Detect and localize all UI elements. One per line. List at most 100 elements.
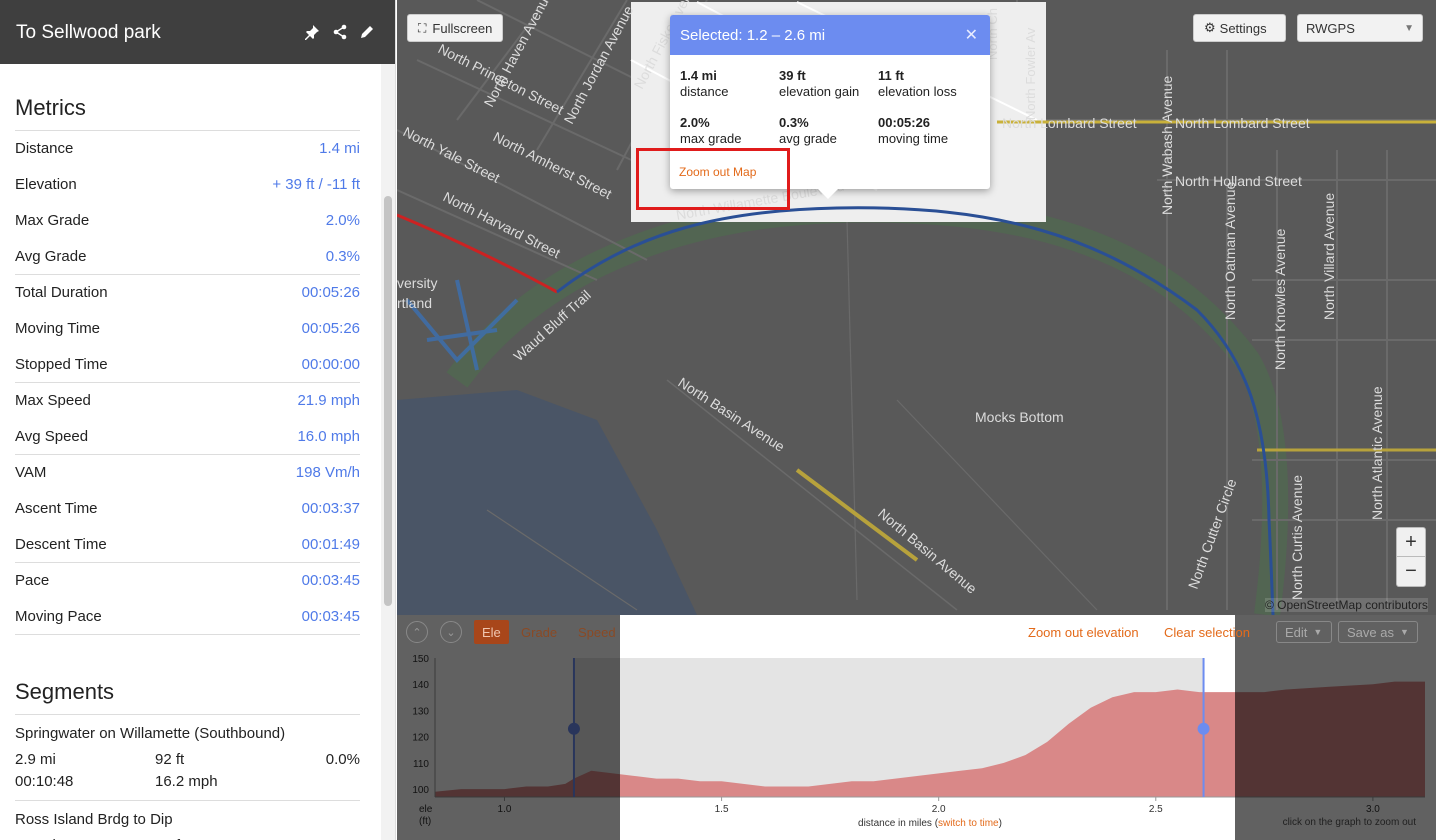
selection-handle-left[interactable] <box>567 722 580 735</box>
segments-list: Springwater on Willamette (Southbound) 2… <box>15 714 360 840</box>
metric-value: 00:05:26 <box>301 319 360 337</box>
metric-value: 00:03:45 <box>301 572 360 589</box>
metrics-group: Max Speed 21.9 mph Avg Speed 16.0 mph <box>15 382 360 454</box>
scrollbar-thumb[interactable] <box>384 196 392 606</box>
y-tick-label: 140 <box>412 680 429 691</box>
chevron-down-icon: ▼ <box>1404 22 1414 34</box>
metrics-group: Distance 1.4 mi Elevation + 39 ft / -11 ft M… <box>15 130 360 274</box>
popup-stat: 1.4 mi distance <box>680 68 728 100</box>
label-holland: North Holland Street <box>1175 173 1302 189</box>
zoom-out-elevation-button[interactable]: Zoom out elevation <box>1028 620 1139 644</box>
label-cutter: North Cutter Circle <box>1185 476 1240 591</box>
metric-label: Avg Grade <box>15 247 87 265</box>
pin-icon[interactable] <box>302 22 322 42</box>
fullscreen-label: Fullscreen <box>432 20 493 36</box>
elevation-panel[interactable]: 150 140 130 120 110 100 1.0 1.5 2.0 2.5 3.0 ele (ft)… <box>397 615 1436 840</box>
save-as-dropdown[interactable]: Save as ▼ <box>1338 621 1418 643</box>
popup-stat-label: elevation loss <box>878 84 957 99</box>
close-icon[interactable]: ✕ <box>965 25 978 45</box>
zoom-in-button[interactable]: + <box>1397 528 1425 557</box>
selection-handle-right[interactable] <box>1197 722 1210 735</box>
chevron-down-icon[interactable]: ⌄ <box>440 621 462 643</box>
label-basin-2: North Basin Avenue <box>875 505 980 597</box>
metric-label: Max Grade <box>15 211 90 229</box>
metrics-group: VAM 198 Vm/h Ascent Time 00:03:37 Descent Ti… <box>15 454 360 562</box>
label-basin-1: North Basin Avenue <box>675 374 787 455</box>
metric-value: 00:03:45 <box>301 607 360 625</box>
elevation-chart[interactable]: 150 140 130 120 110 100 1.0 1.5 2.0 2.5 3.0 ele(ft)… <box>397 615 1436 840</box>
y-axis-unit: (ft) <box>419 816 431 827</box>
metrics-group: Total Duration 00:05:26 Moving Time 00:05:2… <box>15 274 360 382</box>
label-lombard-2: North Lombard Street <box>1175 115 1310 131</box>
segment-item[interactable]: Ross Island Brdg to Dip 1.6 mi 29 ft 0.0… <box>15 801 360 840</box>
label-harvard: North Harvard Street <box>441 188 563 261</box>
route-title: To Sellwood park <box>16 22 161 43</box>
metrics-heading: Metrics <box>15 95 86 120</box>
popup-stat-value: 0.3% <box>779 115 809 130</box>
x-tick-label: 2.0 <box>932 804 946 815</box>
map-attribution[interactable]: © OpenStreetMap contributors <box>1265 598 1428 612</box>
tab-speed[interactable]: Speed <box>578 620 616 644</box>
popup-stat-label: moving time <box>878 131 949 146</box>
metric-label: Descent Time <box>15 535 107 553</box>
edit-pencil-icon[interactable] <box>357 22 377 42</box>
metric-row: Total Duration 00:05:26 <box>15 275 360 310</box>
y-axis-label: ele <box>419 804 433 815</box>
segment-name[interactable]: Ross Island Brdg to Dip <box>15 811 360 828</box>
label-portland: rtland <box>397 295 432 311</box>
sidebar-scrollbar[interactable] <box>381 64 395 840</box>
y-tick-label: 110 <box>413 759 429 770</box>
segment-elevation: 29 ft <box>155 837 295 840</box>
metric-value: 21.9 mph <box>297 392 360 409</box>
y-tick-label: 100 <box>412 785 429 796</box>
tab-grade[interactable]: Grade <box>521 620 557 644</box>
gear-icon: ⚙ <box>1204 20 1216 35</box>
metric-label: VAM <box>15 464 47 481</box>
tab-ele[interactable]: Ele <box>474 620 509 644</box>
label-wabash: North Wabash Avenue <box>1159 75 1175 215</box>
popup-stat-value: 1.4 mi <box>680 68 717 83</box>
metrics-group: Pace 00:03:45 Moving Pace 00:03:45 <box>15 562 360 635</box>
metric-row: Descent Time 00:01:49 <box>15 526 360 562</box>
segment-grade: 0.0% <box>295 837 360 840</box>
metric-value: 00:00:00 <box>301 355 360 373</box>
metric-value: 1.4 mi <box>319 140 360 157</box>
edit-dropdown[interactable]: Edit ▼ <box>1276 621 1332 643</box>
metric-value: 00:05:26 <box>301 284 360 301</box>
metric-row: Max Speed 21.9 mph <box>15 383 360 418</box>
x-axis-label: distance in miles (switch to time) <box>858 818 1002 829</box>
metric-label: Stopped Time <box>15 355 108 373</box>
metric-value: + 39 ft / -11 ft <box>272 175 360 193</box>
y-tick-label: 130 <box>412 706 429 717</box>
switch-to-time-link[interactable]: switch to time <box>938 818 999 829</box>
popup-pointer <box>817 188 839 199</box>
label-oatman: North Oatman Avenue <box>1222 182 1238 320</box>
popup-stat: 11 ft elevation loss <box>878 68 957 100</box>
share-icon[interactable] <box>330 22 350 42</box>
metric-label: Elevation <box>15 175 77 193</box>
clear-selection-button[interactable]: Clear selection <box>1164 620 1250 644</box>
chevron-down-icon: ▼ <box>1313 627 1323 637</box>
popup-stat: 00:05:26 moving time <box>878 115 948 147</box>
map-layer-select[interactable]: RWGPS ▼ <box>1297 14 1423 42</box>
chevron-up-icon[interactable]: ⌃ <box>406 621 428 643</box>
label-villard: North Villard Avenue <box>1321 193 1337 320</box>
segment-stats: 1.6 mi 29 ft 0.0% <box>15 834 360 840</box>
label-mocks-bottom: Mocks Bottom <box>975 409 1064 425</box>
label-university: versity <box>397 275 437 291</box>
zoom-controls: + − <box>1396 527 1426 587</box>
segment-name[interactable]: Springwater on Willamette (Southbound) <box>15 725 360 742</box>
metric-value: 00:03:37 <box>301 499 360 517</box>
fullscreen-button[interactable]: ⛶ Fullscreen <box>407 14 503 42</box>
metric-row: Elevation + 39 ft / -11 ft <box>15 166 360 202</box>
metric-label: Avg Speed <box>15 427 89 445</box>
metric-row: Moving Time 00:05:26 <box>15 310 360 346</box>
segment-time: 00:10:48 <box>15 772 74 790</box>
edit-label: Edit <box>1285 624 1308 640</box>
settings-button[interactable]: ⚙ Settings <box>1193 14 1286 42</box>
segment-grade: 0.0% <box>325 750 360 768</box>
segment-item[interactable]: Springwater on Willamette (Southbound) 2… <box>15 715 360 801</box>
metric-row: Moving Pace 00:03:45 <box>15 598 360 634</box>
zoom-out-button[interactable]: − <box>1397 557 1425 586</box>
metric-value: 2.0% <box>325 211 360 229</box>
